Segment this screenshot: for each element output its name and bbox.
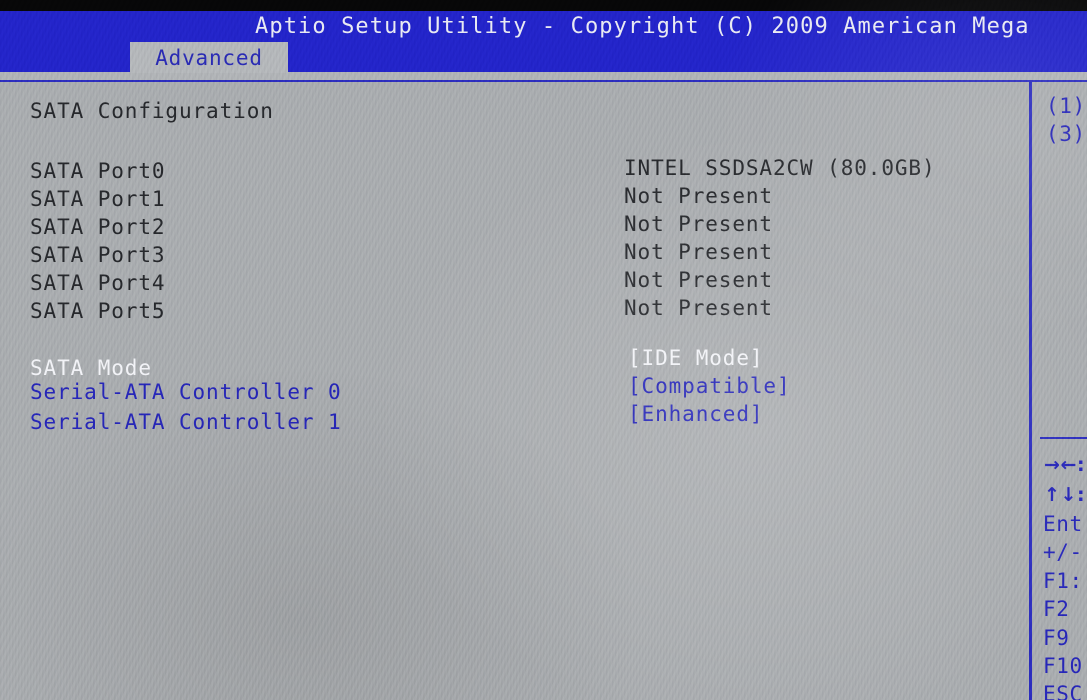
row-value-sata-port2: Not Present bbox=[624, 212, 773, 236]
tab-advanced[interactable]: Advanced bbox=[130, 42, 288, 73]
page-title: Aptio Setup Utility - Copyright (C) 2009… bbox=[255, 14, 1030, 39]
row-value-sata-port5: Not Present bbox=[624, 296, 773, 320]
row-value-sata-port4: Not Present bbox=[624, 268, 773, 292]
help-key-enter: Ent bbox=[1043, 512, 1083, 536]
help-pane: (1) (3) →←: ↑↓: Ent +/- F1: F2 F9 F10 ES… bbox=[1032, 82, 1087, 700]
row-label-sata-port3: SATA Port3 bbox=[30, 243, 166, 267]
title-bar: Aptio Setup Utility - Copyright (C) 2009… bbox=[0, 11, 1087, 42]
help-key-esc: ESC bbox=[1043, 682, 1083, 700]
row-label-sata-port4: SATA Port4 bbox=[30, 271, 166, 295]
row-label-sata-port5: SATA Port5 bbox=[30, 299, 166, 323]
help-key-left-right-arrow-icon: →←: bbox=[1044, 454, 1086, 476]
help-pane-divider bbox=[1040, 437, 1087, 439]
bios-screen: Aptio Setup Utility - Copyright (C) 2009… bbox=[0, 0, 1087, 700]
content-body: SATA Configuration SATA Port0 INTEL SSDS… bbox=[0, 82, 1087, 700]
pane-divider bbox=[1029, 82, 1032, 700]
help-key-plus-minus: +/- bbox=[1043, 540, 1083, 564]
header-divider bbox=[0, 80, 1087, 82]
row-label-serial-ata-controller-0[interactable]: Serial-ATA Controller 0 bbox=[30, 382, 342, 403]
help-key-f9: F9 bbox=[1043, 626, 1070, 650]
settings-pane: SATA Configuration SATA Port0 INTEL SSDS… bbox=[0, 82, 1029, 700]
section-title: SATA Configuration bbox=[30, 99, 274, 123]
row-value-sata-port1: Not Present bbox=[624, 184, 773, 208]
row-value-serial-ata-controller-1[interactable]: [Enhanced] bbox=[628, 404, 763, 425]
help-key-f10: F10 bbox=[1043, 654, 1083, 678]
help-key-up-down-arrow-icon: ↑↓: bbox=[1044, 484, 1086, 506]
help-note-2: (3) bbox=[1046, 122, 1086, 146]
tab-underline-band bbox=[0, 72, 1087, 80]
row-label-sata-port0: SATA Port0 bbox=[30, 159, 166, 183]
monitor-bezel bbox=[0, 0, 1087, 11]
row-value-serial-ata-controller-0[interactable]: [Compatible] bbox=[628, 376, 791, 397]
row-value-sata-mode[interactable]: [IDE Mode] bbox=[628, 348, 763, 369]
row-value-sata-port3: Not Present bbox=[624, 240, 773, 264]
row-label-serial-ata-controller-1[interactable]: Serial-ATA Controller 1 bbox=[30, 412, 342, 433]
row-label-sata-mode[interactable]: SATA Mode bbox=[30, 358, 152, 379]
help-key-f2: F2 bbox=[1043, 597, 1070, 621]
help-note-1: (1) bbox=[1046, 94, 1086, 118]
tab-advanced-label: Advanced bbox=[155, 45, 263, 70]
row-label-sata-port1: SATA Port1 bbox=[30, 187, 166, 211]
row-value-sata-port0: INTEL SSDSA2CW (80.0GB) bbox=[624, 156, 936, 180]
row-label-sata-port2: SATA Port2 bbox=[30, 215, 166, 239]
help-key-f1: F1: bbox=[1043, 569, 1083, 593]
